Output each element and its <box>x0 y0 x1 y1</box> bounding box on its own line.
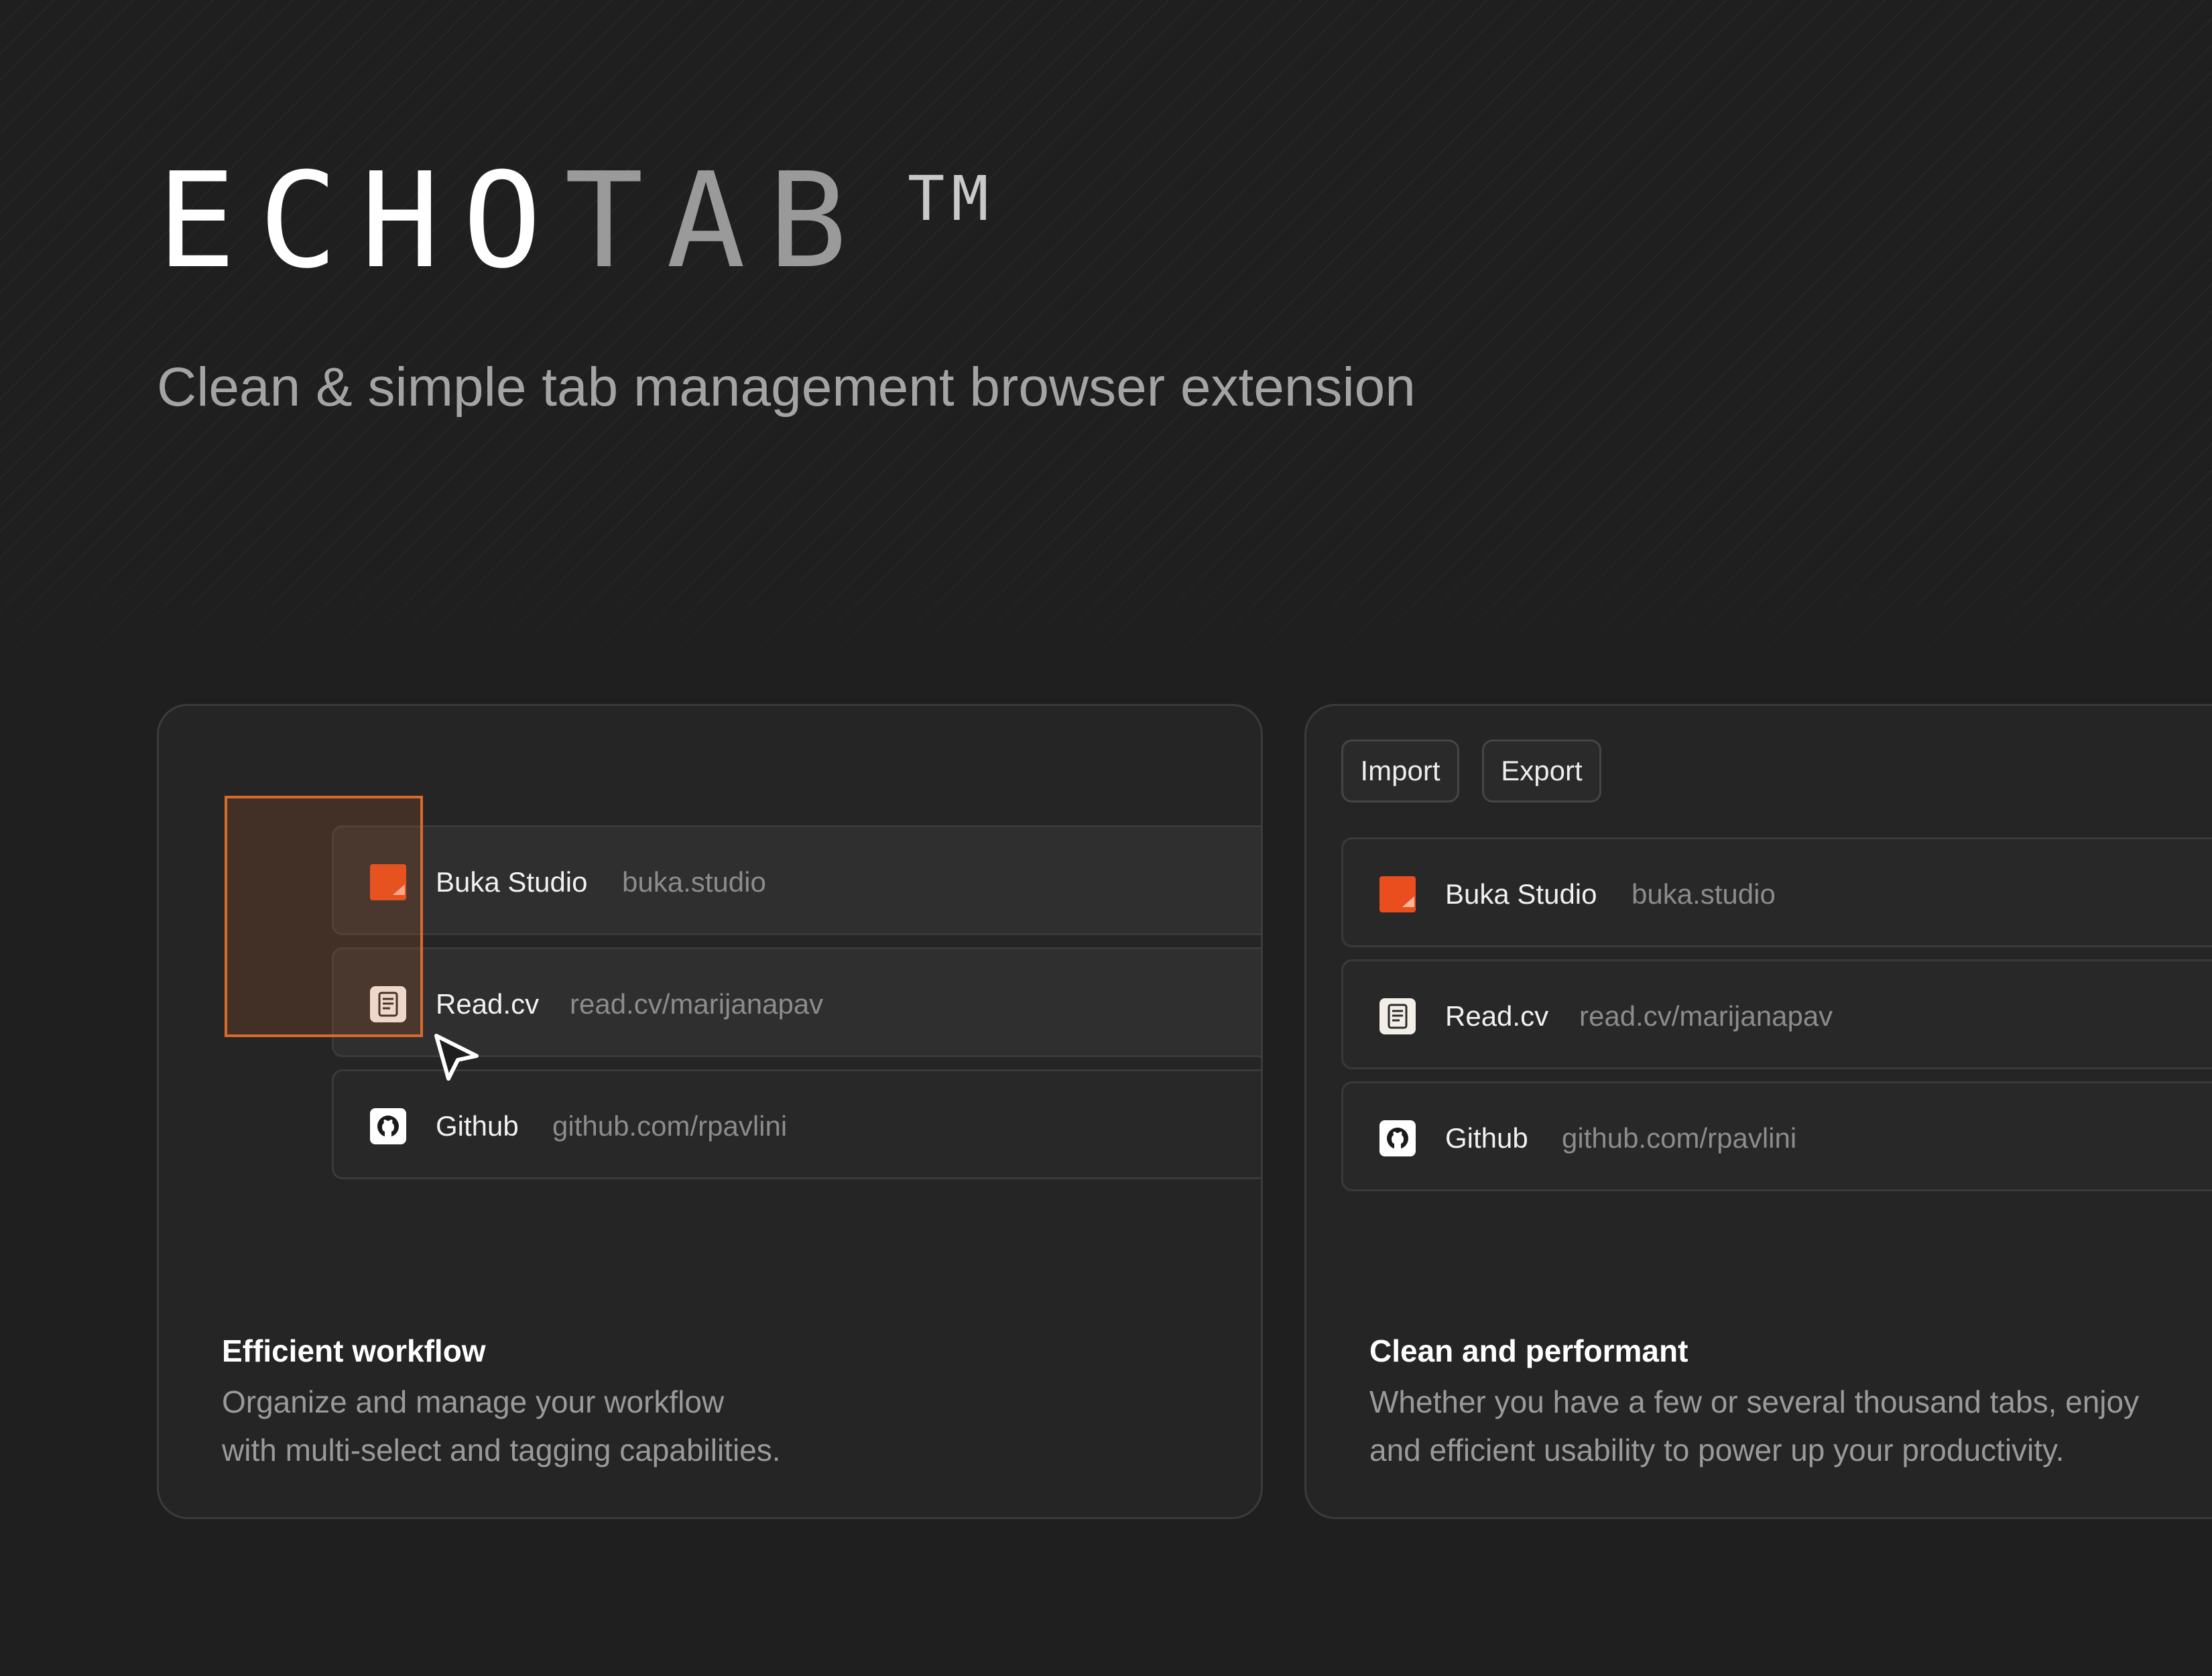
feature-description: Organize and manage your workflow with m… <box>222 1378 781 1474</box>
logo-tab: TAB <box>564 145 871 298</box>
tab-row[interactable]: Read.cv read.cv/marijanapav <box>1341 959 2212 1069</box>
buka-studio-icon <box>1379 876 1416 912</box>
feature-description-line: Whether you have a few or several thousa… <box>1369 1384 2140 1419</box>
tab-title: Buka Studio <box>1445 878 1597 910</box>
tab-title: Read.cv <box>436 988 540 1020</box>
readcv-icon <box>1379 998 1416 1034</box>
multi-select-box <box>225 796 423 1037</box>
logo-echo: ECHO <box>157 145 565 298</box>
tab-title: Buka Studio <box>436 866 588 898</box>
cursor-icon <box>434 1033 481 1084</box>
feature-card-performance: Import Export Buka Studio buka.studio Re… <box>1304 704 2212 1519</box>
feature-title: Efficient workflow <box>222 1333 486 1368</box>
export-button[interactable]: Export <box>1482 739 1601 802</box>
tab-title: Read.cv <box>1445 1000 1549 1032</box>
hero-subtitle: Clean & simple tab management browser ex… <box>157 357 1416 418</box>
tab-url: github.com/rpavlini <box>552 1110 788 1142</box>
tab-title: Github <box>1445 1122 1528 1154</box>
github-icon <box>370 1108 406 1144</box>
feature-description: Whether you have a few or several thousa… <box>1369 1378 2139 1474</box>
feature-description-line: with multi-select and tagging capabiliti… <box>222 1433 781 1468</box>
tab-url: read.cv/marijanapav <box>570 988 824 1020</box>
feature-card-workflow: Buka Studio buka.studio Read.cv read.cv/… <box>157 704 1263 1519</box>
tab-row[interactable]: Github github.com/rpavlini <box>1341 1081 2212 1191</box>
tab-title: Github <box>436 1110 519 1142</box>
tab-url: buka.studio <box>1632 878 1776 910</box>
feature-title: Clean and performant <box>1369 1333 1688 1368</box>
github-icon <box>1379 1120 1416 1156</box>
tab-url: github.com/rpavlini <box>1562 1122 1797 1154</box>
tab-row[interactable]: Buka Studio buka.studio <box>332 825 1261 935</box>
tab-url: read.cv/marijanapav <box>1579 1000 1833 1032</box>
feature-description-line: and efficient usability to power up your… <box>1369 1433 2065 1468</box>
tab-url: buka.studio <box>622 866 766 898</box>
trademark: TM <box>908 163 995 235</box>
echotab-logo: ECHOTAB TM <box>157 151 989 292</box>
tab-row[interactable]: Buka Studio buka.studio <box>1341 837 2212 947</box>
import-button[interactable]: Import <box>1341 739 1459 802</box>
tab-row[interactable]: Github github.com/rpavlini <box>332 1069 1261 1179</box>
feature-description-line: Organize and manage your workflow <box>222 1384 725 1419</box>
